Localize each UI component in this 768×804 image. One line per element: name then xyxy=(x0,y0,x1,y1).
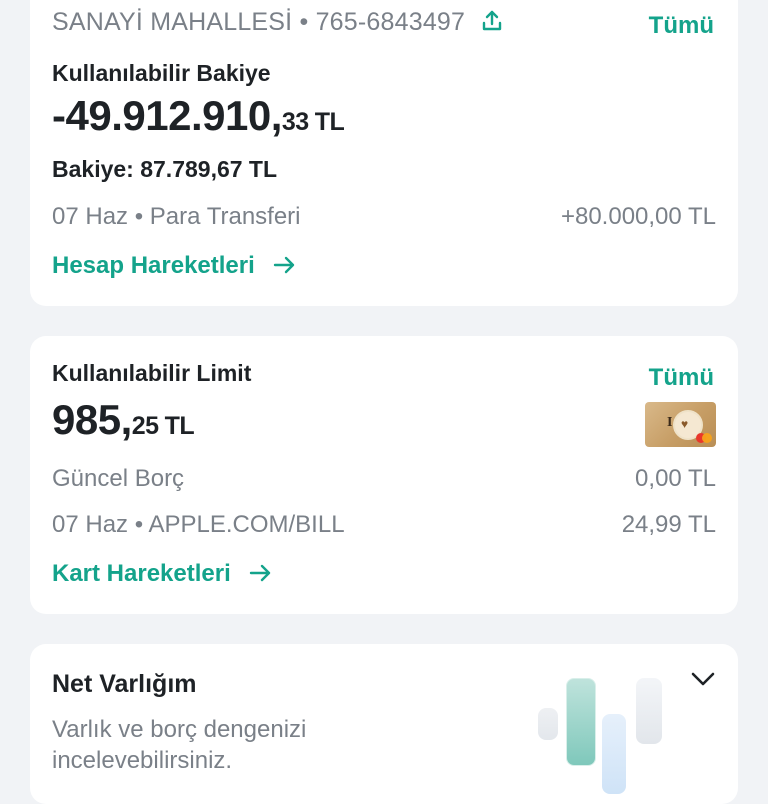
bar-illustration-left xyxy=(538,708,558,740)
card-logo-graphic: I xyxy=(667,415,673,430)
credit-card-card[interactable]: Kullanılabilir Limit Tümü 985,25 TL I ♥ G… xyxy=(30,336,738,614)
chevron-down-icon[interactable] xyxy=(690,670,716,693)
bar-illustration-teal xyxy=(566,678,596,766)
available-balance-currency: TL xyxy=(314,108,345,136)
net-worth-subtitle: Varlık ve borç dengenizi incelevebilirsi… xyxy=(52,716,307,774)
share-icon[interactable] xyxy=(480,9,504,40)
account-all-link[interactable]: Tümü xyxy=(649,12,714,40)
card-movements-link[interactable]: Kart Hareketleri xyxy=(52,560,273,590)
account-movements-link[interactable]: Hesap Hareketleri xyxy=(52,252,297,282)
net-worth-card[interactable]: Net Varlığım Varlık ve borç dengenizi in… xyxy=(30,644,738,804)
available-limit-amount: 985,25 TL xyxy=(52,396,195,444)
available-balance-main: -49.912.910, xyxy=(52,92,282,139)
net-worth-title: Net Varlığım xyxy=(52,670,197,698)
available-limit-label: Kullanılabilir Limit xyxy=(52,360,252,386)
account-movements-label: Hesap Hareketleri xyxy=(52,252,255,279)
bar-illustration-blue xyxy=(602,714,626,794)
available-balance-decimals: 33 xyxy=(281,108,309,136)
arrow-right-icon xyxy=(273,254,297,282)
current-debt-amount: 0,00 TL xyxy=(635,465,716,492)
card-thumbnail[interactable]: I ♥ xyxy=(645,402,716,447)
available-balance-amount: -49.912.910,33 TL xyxy=(52,92,345,140)
account-branch-text: SANAYİ MAHALLESİ • 765-6843497 xyxy=(52,8,466,36)
available-limit-decimals: 25 xyxy=(131,412,159,440)
available-limit-main: 985, xyxy=(52,396,132,443)
account-last-transaction-desc: 07 Haz • Para Transferi xyxy=(52,203,301,230)
account-card[interactable]: SANAYİ MAHALLESİ • 765-6843497 Tümü Kull… xyxy=(30,0,738,306)
account-branch-line: SANAYİ MAHALLESİ • 765-6843497 xyxy=(52,8,504,40)
bar-illustration xyxy=(536,674,666,804)
balance-line: Bakiye: 87.789,67 TL xyxy=(52,156,278,182)
credit-card-all-link[interactable]: Tümü xyxy=(649,364,714,392)
current-debt-label: Güncel Borç xyxy=(52,465,185,492)
heart-icon: ♥ xyxy=(681,417,689,431)
bar-illustration-right xyxy=(636,678,662,744)
mastercard-icon-right xyxy=(702,433,712,443)
account-last-transaction-amount: +80.000,00 TL xyxy=(560,203,716,230)
card-last-transaction-desc: 07 Haz • APPLE.COM/BILL xyxy=(52,511,345,538)
card-movements-label: Kart Hareketleri xyxy=(52,560,231,587)
available-limit-currency: TL xyxy=(164,412,195,440)
arrow-right-icon xyxy=(249,562,273,590)
card-last-transaction-amount: 24,99 TL xyxy=(621,511,716,538)
available-balance-label: Kullanılabilir Bakiye xyxy=(52,60,271,86)
